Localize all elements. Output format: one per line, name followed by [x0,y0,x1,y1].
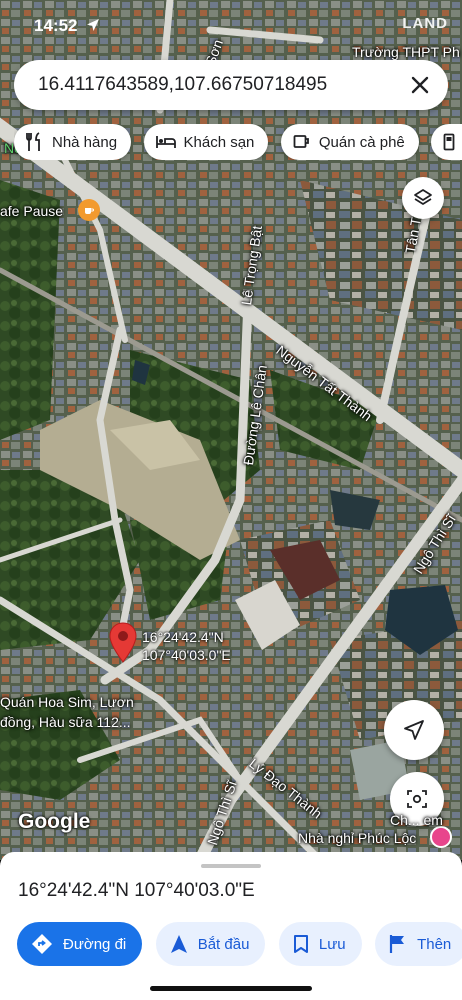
dropped-pin-icon[interactable] [108,622,138,664]
my-location-button[interactable] [384,700,444,760]
search-input[interactable] [38,72,388,98]
directions-icon [32,934,52,954]
bottom-sheet[interactable]: 16°24'42.4"N 107°40'03.0"E Đường đi Bắt … [0,852,462,1000]
hotel-pin-icon[interactable] [430,826,452,848]
directions-label: Đường đi [63,935,127,953]
pin-lat: 16°24'42.4"N [142,629,224,645]
place-label-nha-nghi[interactable]: Nhà nghỉ Phúc Lộc [298,830,416,846]
add-label-button[interactable]: Thên [375,922,462,966]
directions-button[interactable]: Đường đi [17,922,143,966]
coffee-cup-icon [293,135,309,148]
close-icon[interactable] [408,73,432,97]
navigation-arrow-icon [170,935,187,953]
home-indicator [150,986,312,991]
layers-button[interactable] [402,177,444,219]
start-label: Bắt đầu [197,935,250,953]
status-right-text: LAND [402,15,448,32]
category-chips: Nhà hàng Khách sạn Quán cà phê Tr [14,124,462,160]
layers-icon [414,189,432,205]
google-logo: Google [18,810,91,833]
coordinates-title: 16°24'42.4"N 107°40'03.0"E [18,880,255,901]
chip-restaurants[interactable]: Nhà hàng [14,124,132,160]
place-label-cafe-pause[interactable]: afe Pause [0,203,63,219]
save-button[interactable]: Lưu [278,922,362,966]
chip-label: Nhà hàng [52,133,118,151]
add-label-label: Thên [417,935,452,953]
chip-cafes[interactable]: Quán cà phê [280,124,419,160]
save-label: Lưu [318,935,346,953]
action-buttons: Đường đi Bắt đầu Lưu Thên [17,922,462,966]
fork-knife-icon [26,132,40,151]
start-button[interactable]: Bắt đầu [155,922,266,966]
pin-coordinates-label: 16°24'42.4"N 107°40'03.0"E [142,628,231,664]
coffee-pin-icon[interactable] [78,199,100,221]
chip-label: Khách sạn [183,133,255,151]
search-bar[interactable] [14,60,448,110]
chip-label: Quán cà phê [318,133,405,151]
place-label-quan-hoa-sim[interactable]: Quán Hoa Sim, Lươn [0,694,134,710]
bookmark-icon [293,935,308,953]
camera-label: Ch... em [390,812,443,828]
gas-station-icon [443,133,455,151]
chip-gas[interactable]: Tr [431,124,462,160]
drag-handle[interactable] [201,864,261,868]
chip-hotels[interactable]: Khách sạn [143,124,269,160]
place-label-school[interactable]: Trường THPT Ph [352,44,460,60]
bed-icon [155,136,176,148]
camera-scan-icon [407,790,427,808]
status-time: 14:52 [34,16,78,35]
pin-lng: 107°40'03.0"E [142,647,231,663]
navigation-arrow-icon [404,720,424,740]
flag-icon [389,935,405,953]
location-arrow-icon [87,19,99,31]
place-label-quan-hoa-sim-2[interactable]: đồng, Hàu sữa 112... [0,714,131,730]
